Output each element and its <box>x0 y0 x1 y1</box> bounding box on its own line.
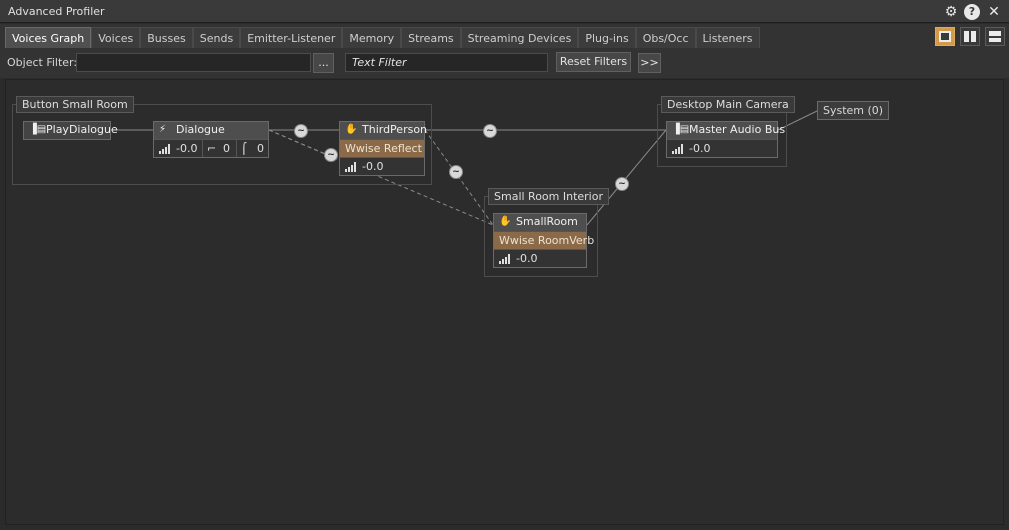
object-filter-label: Object Filter: <box>7 56 78 69</box>
filter-bar: Object Filter: ... Text Filter Reset Fil… <box>0 50 1009 78</box>
tab-obs-occ[interactable]: Obs/Occ <box>635 27 696 48</box>
tab-streams[interactable]: Streams <box>401 27 461 48</box>
reset-filters-button[interactable]: Reset Filters <box>556 52 631 72</box>
group-title-desktop-main-camera: Desktop Main Camera <box>661 96 795 113</box>
volume-value: -0.0 <box>689 142 711 155</box>
object-filter-input[interactable] <box>76 53 311 72</box>
browse-button[interactable]: ... <box>313 53 334 73</box>
split-horizontal-button[interactable] <box>985 27 1005 46</box>
random-container-icon: ⚡ <box>159 124 167 135</box>
title-bar: Advanced Profiler ⚙ ? ✕ <box>0 0 1009 23</box>
close-icon[interactable]: ✕ <box>985 3 1003 21</box>
tab-busses[interactable]: Busses <box>140 27 193 48</box>
group-title-small-room-interior: Small Room Interior <box>488 188 609 205</box>
node-dialogue[interactable]: ⚡ Dialogue -0.0 ⌐ 0 ⌠ 0 <box>153 121 269 158</box>
tab-bar: Voices Graph Voices Busses Sends Emitter… <box>0 24 1009 50</box>
tab-memory[interactable]: Memory <box>342 27 402 48</box>
gear-icon[interactable]: ⚙ <box>942 3 960 21</box>
lowpass-value: 0 <box>223 142 230 155</box>
tab-streaming-devices[interactable]: Streaming Devices <box>460 27 579 48</box>
lowpass-icon: ⌐ <box>207 142 217 155</box>
node-label: Master Audio Bus <box>689 123 786 136</box>
volume-icon <box>159 144 171 154</box>
audio-bus-icon: ▐▤ <box>672 124 690 135</box>
aux-bus-icon: ✋ <box>499 216 512 227</box>
connector-knob[interactable]: ~ <box>615 177 629 191</box>
node-master-audio-bus[interactable]: ▐▤ Master Audio Bus -0.0 <box>666 121 785 158</box>
volume-value: -0.0 <box>362 160 384 173</box>
effect-row: Wwise RoomVerb <box>494 231 594 249</box>
tab-sends[interactable]: Sends <box>192 27 241 48</box>
tab-voices[interactable]: Voices <box>91 27 141 48</box>
single-view-button[interactable] <box>935 27 955 46</box>
tab-emitter-listener[interactable]: Emitter-Listener <box>240 27 343 48</box>
wire-smallroom-master <box>586 129 667 226</box>
node-label: SmallRoom <box>516 215 578 228</box>
volume-icon <box>499 254 511 264</box>
node-label: ThirdPerson <box>362 123 428 136</box>
node-label: Dialogue <box>176 123 225 136</box>
tab-listeners[interactable]: Listeners <box>695 27 760 48</box>
node-playdialogue[interactable]: ▐▤ PlayDialogue <box>23 121 118 140</box>
volume-value: -0.0 <box>176 142 198 155</box>
highpass-icon: ⌠ <box>241 142 247 155</box>
text-filter-input[interactable]: Text Filter <box>345 53 548 72</box>
group-title-button-small-room: Button Small Room <box>16 96 134 113</box>
split-vertical-button[interactable] <box>960 27 980 46</box>
window-title: Advanced Profiler <box>8 5 105 18</box>
volume-icon <box>672 144 684 154</box>
node-smallroom[interactable]: ✋ SmallRoom Wwise RoomVerb -0.0 <box>493 213 594 268</box>
tabs: Voices Graph Voices Busses Sends Emitter… <box>5 27 760 49</box>
connector-knob[interactable]: ~ <box>449 165 463 179</box>
voices-graph-canvas[interactable]: ~ ~ ~ ~ ~ Button Small Room Small Room I… <box>5 79 1004 525</box>
connector-knob[interactable]: ~ <box>483 124 497 138</box>
effect-row: Wwise Reflect <box>340 139 424 157</box>
tab-plug-ins[interactable]: Plug-ins <box>578 27 636 48</box>
tab-voices-graph[interactable]: Voices Graph <box>5 27 92 48</box>
highpass-value: 0 <box>257 142 264 155</box>
node-thirdperson[interactable]: ✋ ThirdPerson Wwise Reflect -0.0 <box>339 121 428 176</box>
event-icon: ▐▤ <box>29 124 47 135</box>
expand-button[interactable]: >> <box>638 53 661 73</box>
volume-value: -0.0 <box>516 252 538 265</box>
volume-icon <box>345 162 357 172</box>
node-label: PlayDialogue <box>46 123 118 136</box>
help-icon[interactable]: ? <box>964 4 980 20</box>
node-system[interactable]: System (0) <box>817 101 890 120</box>
aux-bus-icon: ✋ <box>345 124 358 135</box>
